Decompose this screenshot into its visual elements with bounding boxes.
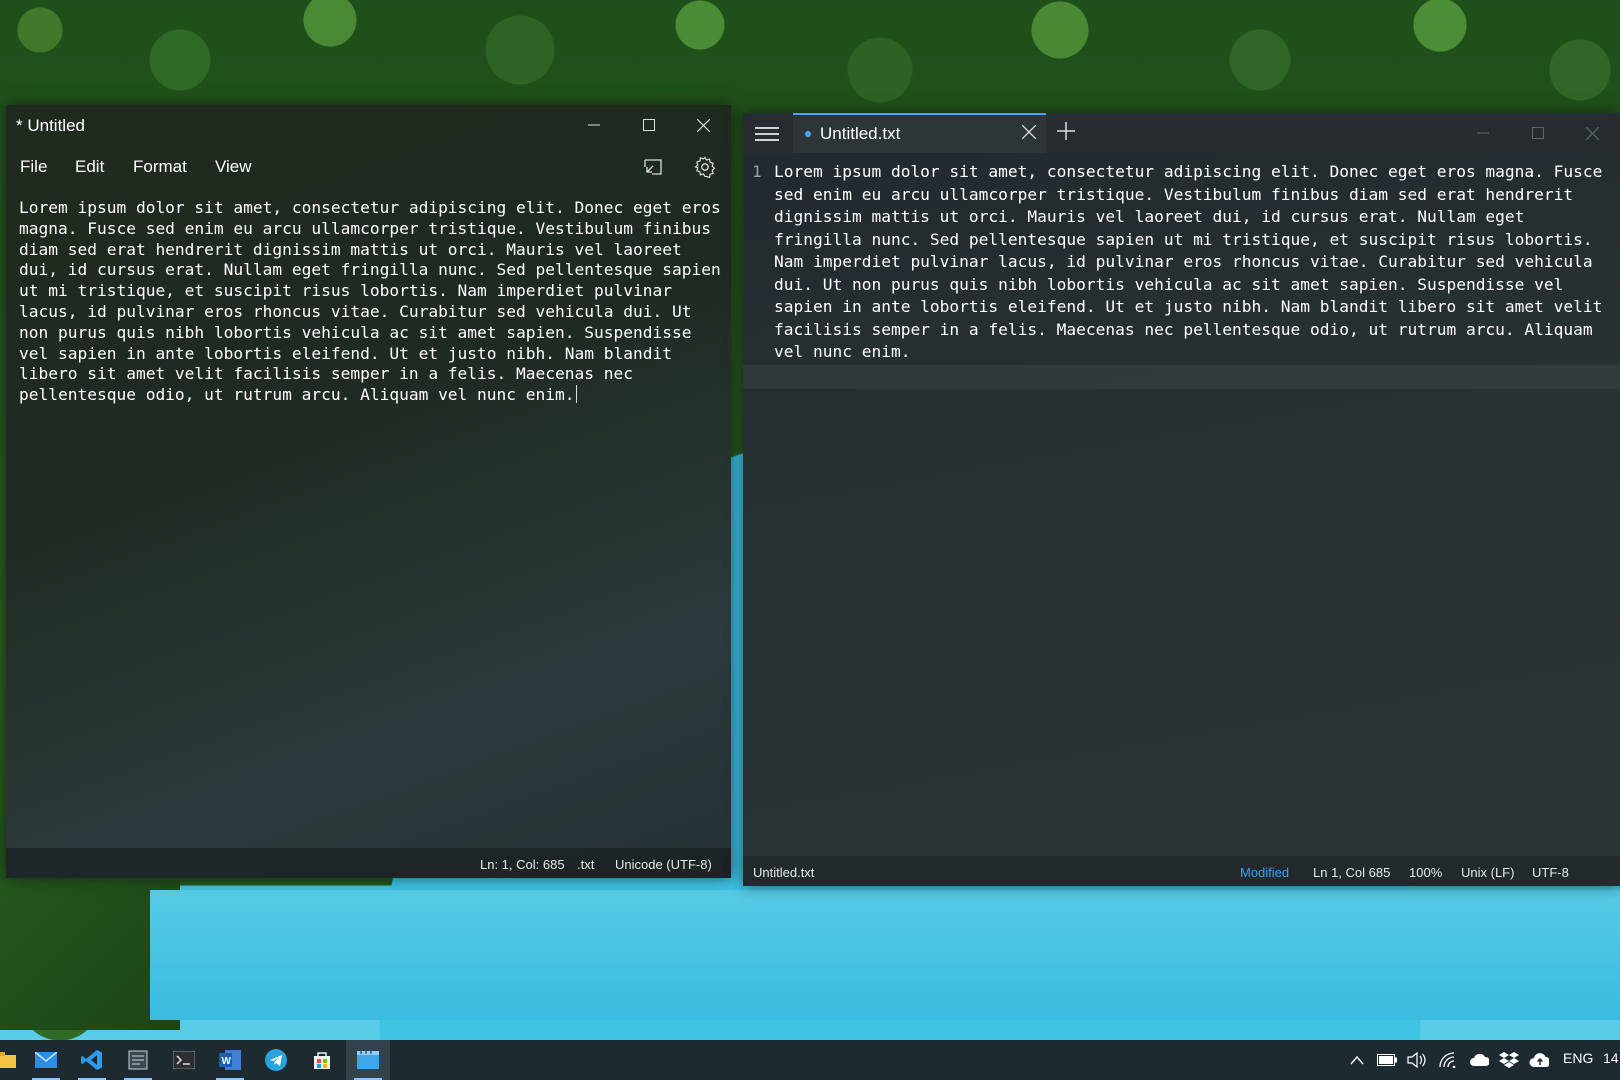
- editor-text: Lorem ipsum dolor sit amet, consectetur …: [19, 198, 731, 405]
- onedrive-icon[interactable]: [1469, 1049, 1489, 1071]
- tab-label: Untitled.txt: [820, 124, 901, 143]
- caption-buttons: [1455, 113, 1620, 153]
- cursor-position: Ln: 1, Col: 685: [480, 857, 565, 872]
- battery-icon[interactable]: [1377, 1049, 1397, 1071]
- word-icon[interactable]: W: [208, 1040, 252, 1080]
- plus-icon: [1057, 122, 1075, 140]
- encoding[interactable]: UTF-8: [1532, 865, 1569, 880]
- minimize-button[interactable]: [1455, 113, 1510, 153]
- menu-view[interactable]: View: [215, 157, 252, 177]
- wifi-icon[interactable]: [1439, 1049, 1459, 1071]
- chevron-up-icon[interactable]: [1347, 1049, 1367, 1071]
- mail-icon[interactable]: [24, 1040, 68, 1080]
- encoding: Unicode (UTF-8): [615, 857, 712, 872]
- language-indicator[interactable]: ENG: [1563, 1050, 1593, 1066]
- close-icon: [697, 118, 710, 132]
- cursor-position[interactable]: Ln 1, Col 685: [1313, 865, 1390, 880]
- tab-close-icon[interactable]: [1021, 123, 1037, 144]
- hamburger-menu-icon[interactable]: [755, 123, 779, 143]
- notepad-icon[interactable]: [116, 1040, 160, 1080]
- tab-strip[interactable]: Untitled.txt: [743, 113, 1620, 153]
- close-icon: [1586, 126, 1599, 140]
- menu-format[interactable]: Format: [133, 157, 187, 177]
- telegram-icon[interactable]: [254, 1040, 298, 1080]
- window-title: * Untitled: [16, 116, 85, 135]
- status-bar: Ln: 1, Col: 685 .txt Unicode (UTF-8): [6, 848, 731, 878]
- line-ending[interactable]: Unix (LF): [1461, 865, 1514, 880]
- zoom-level[interactable]: 100%: [1409, 865, 1442, 880]
- text-caret: [575, 385, 577, 404]
- clock[interactable]: 14: [1603, 1050, 1619, 1066]
- minimize-icon: [1476, 132, 1489, 134]
- caption-buttons: [566, 105, 731, 145]
- gear-icon[interactable]: [691, 153, 719, 181]
- minimize-icon: [587, 124, 600, 126]
- close-button[interactable]: [1565, 113, 1620, 153]
- title-bar[interactable]: * Untitled: [6, 105, 731, 145]
- store-icon[interactable]: [300, 1040, 344, 1080]
- tab-untitled[interactable]: Untitled.txt: [793, 113, 1046, 153]
- notepad-window: * Untitled File Edit Format View Lorem i…: [6, 105, 731, 878]
- new-tab-button[interactable]: [1057, 117, 1075, 147]
- modified-indicator[interactable]: Modified: [1240, 865, 1289, 880]
- cloud-upload-icon[interactable]: [1529, 1049, 1549, 1071]
- menu-bar: File Edit Format View: [6, 145, 731, 189]
- minimize-button[interactable]: [566, 105, 621, 145]
- volume-icon[interactable]: [1407, 1049, 1427, 1071]
- dropbox-icon[interactable]: [1499, 1049, 1519, 1071]
- editor-text: Lorem ipsum dolor sit amet, consectetur …: [774, 162, 1613, 361]
- menu-edit[interactable]: Edit: [75, 157, 104, 177]
- vscode-icon[interactable]: [70, 1040, 114, 1080]
- maximize-button[interactable]: [1510, 113, 1565, 153]
- line-number: 1: [752, 162, 762, 181]
- wallpaper-water: [150, 890, 1620, 1020]
- taskbar: W ENG 14: [0, 1040, 1620, 1080]
- compact-overlay-icon[interactable]: [639, 153, 667, 181]
- notepads-window: Untitled.txt 1 Lorem ipsum dolor sit ame…: [743, 113, 1620, 886]
- notepads-icon[interactable]: [346, 1040, 390, 1080]
- status-bar: Untitled.txt Modified Ln 1, Col 685 100%…: [743, 856, 1620, 886]
- maximize-icon: [1531, 127, 1544, 139]
- svg-text:W: W: [222, 1056, 232, 1067]
- maximize-icon: [642, 119, 655, 131]
- modified-dot-icon: [805, 131, 811, 137]
- maximize-button[interactable]: [621, 105, 676, 145]
- text-editor[interactable]: Lorem ipsum dolor sit amet, consectetur …: [19, 198, 724, 406]
- file-name[interactable]: Untitled.txt: [753, 865, 814, 880]
- menu-file[interactable]: File: [20, 157, 47, 177]
- current-line-highlight: [743, 365, 1620, 389]
- close-button[interactable]: [676, 105, 731, 145]
- file-extension: .txt: [577, 857, 595, 872]
- terminal-icon[interactable]: [162, 1040, 206, 1080]
